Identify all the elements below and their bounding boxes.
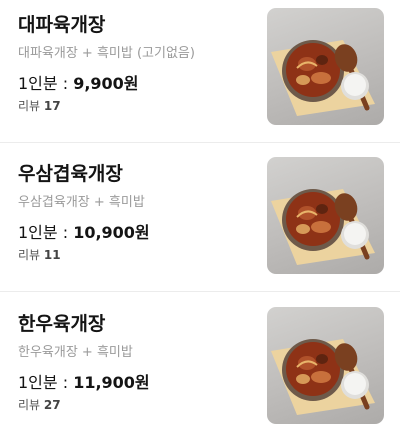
price-label: 1인분 : xyxy=(18,74,74,93)
menu-item-price-row: 1인분 : 9,900원 xyxy=(18,70,139,94)
menu-list: 대파육개장 대파육개장 + 흑미밥 (고기없음) 1인분 : 9,900원 리뷰… xyxy=(0,0,400,435)
price-label: 1인분 : xyxy=(18,223,74,242)
menu-item-thumbnail[interactable] xyxy=(267,157,384,274)
menu-item[interactable]: 우삼겹육개장 우삼겹육개장 + 흑미밥 1인분 : 10,900원 리뷰 11 xyxy=(0,149,400,292)
menu-item-name: 한우육개장 xyxy=(18,313,106,335)
menu-item-price: 10,900원 xyxy=(73,223,150,242)
menu-item-name: 대파육개장 xyxy=(18,14,106,36)
menu-item-name: 우삼겹육개장 xyxy=(18,163,123,185)
menu-item-price: 9,900원 xyxy=(73,74,139,93)
menu-item-price-row: 1인분 : 10,900원 xyxy=(18,219,150,243)
review-label: 리뷰 xyxy=(18,398,44,412)
menu-item-price-row: 1인분 : 11,900원 xyxy=(18,369,150,393)
menu-item-price: 11,900원 xyxy=(73,373,150,392)
review-label: 리뷰 xyxy=(18,99,44,113)
menu-item-description: 대파육개장 + 흑미밥 (고기없음) xyxy=(18,46,195,61)
menu-item-review: 리뷰 17 xyxy=(18,97,61,114)
menu-item[interactable]: 대파육개장 대파육개장 + 흑미밥 (고기없음) 1인분 : 9,900원 리뷰… xyxy=(0,0,400,143)
menu-item-thumbnail[interactable] xyxy=(267,8,384,125)
yukgaejang-bowl-photo-icon xyxy=(271,339,375,415)
review-count: 17 xyxy=(43,99,61,113)
menu-item-review: 리뷰 11 xyxy=(18,246,61,263)
divider xyxy=(0,142,400,143)
yukgaejang-bowl-photo-icon xyxy=(271,189,375,265)
menu-item-review: 리뷰 27 xyxy=(18,396,61,413)
review-count: 27 xyxy=(43,398,61,412)
review-count: 11 xyxy=(43,248,61,262)
menu-item-description: 한우육개장 + 흑미밥 xyxy=(18,345,133,360)
price-label: 1인분 : xyxy=(18,373,74,392)
yukgaejang-bowl-photo-icon xyxy=(271,40,375,116)
menu-item-thumbnail[interactable] xyxy=(267,307,384,424)
review-label: 리뷰 xyxy=(18,248,44,262)
divider xyxy=(0,291,400,292)
menu-item[interactable]: 한우육개장 한우육개장 + 흑미밥 1인분 : 11,900원 리뷰 27 xyxy=(0,299,400,435)
menu-item-description: 우삼겹육개장 + 흑미밥 xyxy=(18,195,145,210)
